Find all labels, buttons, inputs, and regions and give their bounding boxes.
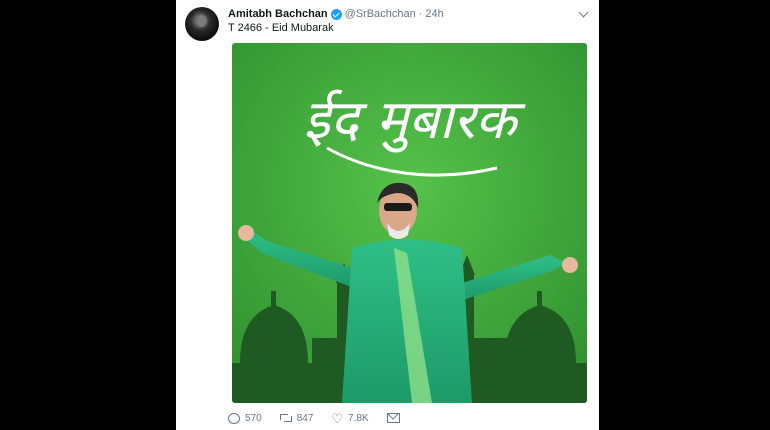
retweet-icon	[279, 414, 292, 422]
reply-icon	[228, 412, 240, 424]
like-count: 7.8K	[348, 412, 369, 424]
retweet-button[interactable]: 847	[279, 412, 314, 424]
verified-badge-icon	[330, 8, 342, 20]
tweet-text: T 2466 - Eid Mubarak	[228, 22, 334, 34]
greeting-calligraphy: ईद मुबारक	[303, 88, 526, 153]
tweet-header: Amitabh Bachchan @SrBachchan · 24h	[228, 7, 444, 21]
avatar[interactable]	[185, 7, 219, 41]
tweet-card: Amitabh Bachchan @SrBachchan · 24h T 246…	[176, 0, 599, 430]
heart-icon: ♡	[331, 410, 344, 426]
tweet-media-image[interactable]: ईद मुबारक	[232, 43, 587, 403]
separator-dot: ·	[418, 8, 423, 20]
tweet-actions: 570 847 ♡ 7.8K	[228, 410, 418, 426]
author-handle[interactable]: @SrBachchan	[345, 8, 416, 20]
envelope-icon	[386, 413, 400, 423]
eid-mubarak-artwork: ईद मुबारक	[232, 43, 587, 403]
like-button[interactable]: ♡ 7.8K	[331, 412, 368, 425]
retweet-count: 847	[296, 412, 314, 424]
tweet-timestamp[interactable]: 24h	[425, 8, 443, 20]
reply-count: 570	[245, 412, 262, 424]
reply-button[interactable]: 570	[228, 412, 262, 424]
chevron-down-icon[interactable]	[578, 7, 589, 18]
direct-message-button[interactable]	[386, 413, 400, 423]
author-name[interactable]: Amitabh Bachchan	[228, 8, 328, 20]
